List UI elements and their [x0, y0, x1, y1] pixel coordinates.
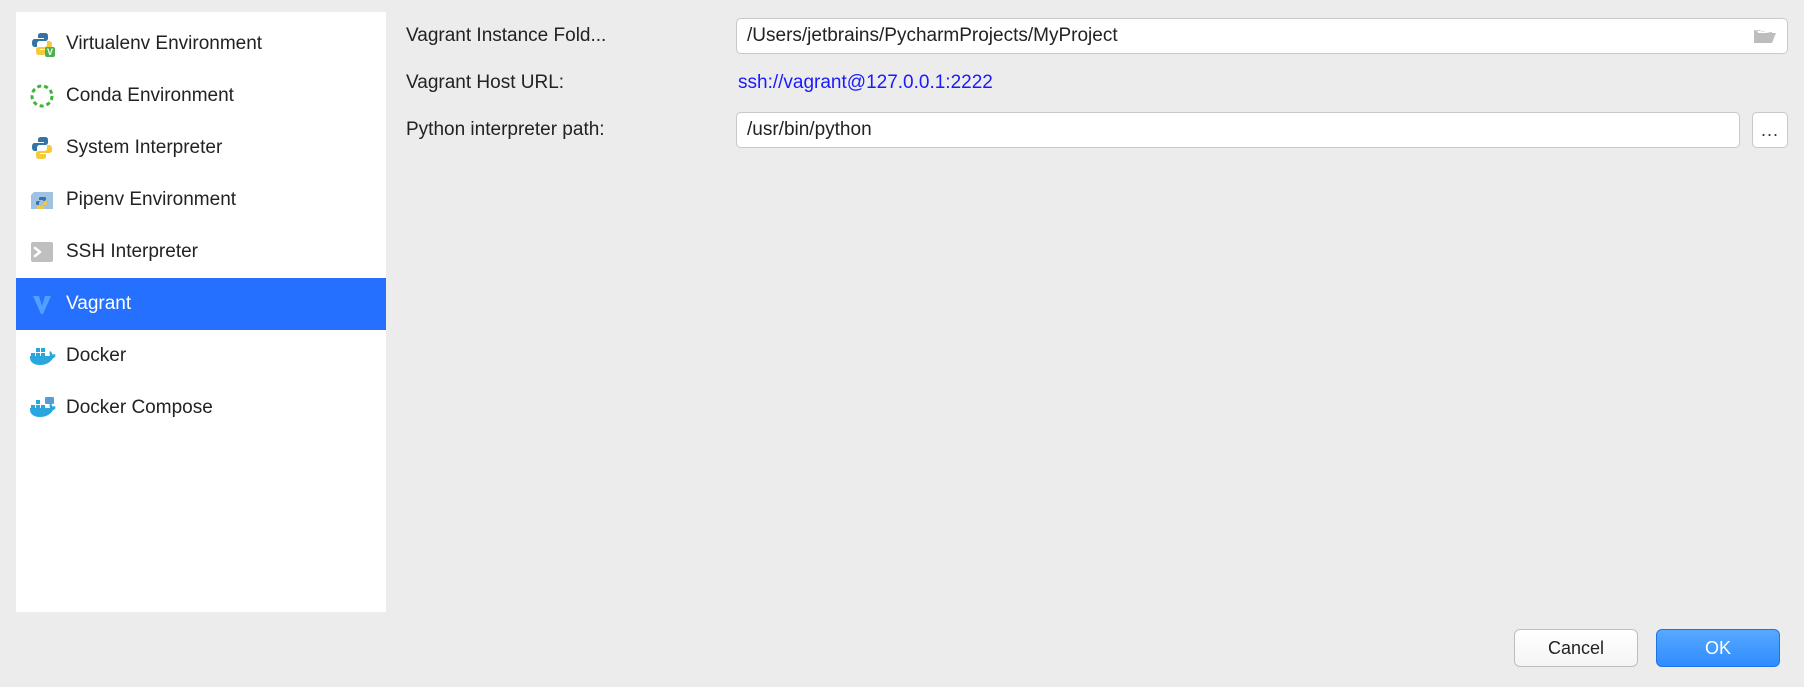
- pipenv-icon: [28, 186, 56, 214]
- instance-folder-label: Vagrant Instance Fold...: [406, 25, 736, 47]
- vagrant-icon: [28, 290, 56, 318]
- sidebar-item-virtualenv[interactable]: V Virtualenv Environment: [16, 18, 386, 70]
- sidebar-item-conda[interactable]: Conda Environment: [16, 70, 386, 122]
- interpreter-path-input[interactable]: [747, 119, 1729, 141]
- sidebar-item-pipenv[interactable]: Pipenv Environment: [16, 174, 386, 226]
- host-url-value: ssh://vagrant@127.0.0.1:2222: [736, 72, 993, 94]
- docker-icon: [28, 342, 56, 370]
- cancel-button[interactable]: Cancel: [1514, 629, 1638, 667]
- host-url-label: Vagrant Host URL:: [406, 72, 736, 94]
- interpreter-type-list: V Virtualenv Environment Conda Environme…: [16, 12, 386, 612]
- sidebar-item-docker[interactable]: Docker: [16, 330, 386, 382]
- python-venv-icon: V: [28, 30, 56, 58]
- conda-icon: [28, 82, 56, 110]
- browse-button[interactable]: ...: [1752, 112, 1788, 148]
- sidebar-item-label: Conda Environment: [66, 85, 234, 107]
- sidebar-item-docker-compose[interactable]: Docker Compose: [16, 382, 386, 434]
- interpreter-path-field[interactable]: [736, 112, 1740, 148]
- interpreter-path-row: Python interpreter path: ...: [406, 112, 1788, 148]
- host-url-row: Vagrant Host URL: ssh://vagrant@127.0.0.…: [406, 72, 1788, 94]
- sidebar-item-label: Docker: [66, 345, 126, 367]
- dialog-footer: Cancel OK: [1514, 629, 1780, 667]
- interpreter-path-label: Python interpreter path:: [406, 119, 736, 141]
- settings-panel: Vagrant Instance Fold... Vagrant Host UR…: [406, 12, 1788, 612]
- sidebar-item-ssh[interactable]: SSH Interpreter: [16, 226, 386, 278]
- sidebar-item-label: Docker Compose: [66, 397, 213, 419]
- folder-open-icon[interactable]: [1752, 25, 1777, 47]
- sidebar-item-label: Pipenv Environment: [66, 189, 236, 211]
- sidebar-item-label: SSH Interpreter: [66, 241, 198, 263]
- sidebar-item-label: Vagrant: [66, 293, 131, 315]
- sidebar-item-label: Virtualenv Environment: [66, 33, 262, 55]
- sidebar-item-system[interactable]: System Interpreter: [16, 122, 386, 174]
- docker-compose-icon: [28, 394, 56, 422]
- ok-button[interactable]: OK: [1656, 629, 1780, 667]
- instance-folder-input[interactable]: [747, 25, 1746, 47]
- svg-text:V: V: [47, 47, 53, 57]
- sidebar-item-label: System Interpreter: [66, 137, 222, 159]
- terminal-icon: [28, 238, 56, 266]
- sidebar-item-vagrant[interactable]: Vagrant: [16, 278, 386, 330]
- instance-folder-field[interactable]: [736, 18, 1788, 54]
- instance-folder-row: Vagrant Instance Fold...: [406, 18, 1788, 54]
- python-icon: [28, 134, 56, 162]
